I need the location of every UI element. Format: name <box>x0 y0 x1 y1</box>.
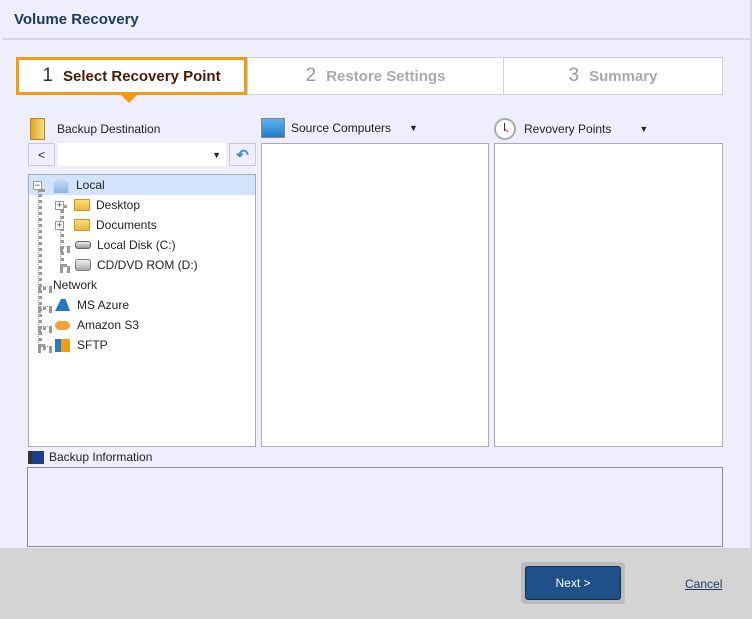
step-label: Restore Settings <box>326 67 446 85</box>
tree-item-desktop[interactable]: + Desktop <box>55 195 140 215</box>
computer-icon <box>261 118 285 138</box>
tree-item-amazon-s3[interactable]: Amazon S3 <box>55 315 139 335</box>
folder-icon <box>74 199 90 211</box>
tree-item-label: Documents <box>96 218 157 232</box>
collapse-icon[interactable]: − <box>33 180 42 190</box>
footer-bar <box>0 548 752 619</box>
tree-item-label: MS Azure <box>77 298 130 312</box>
step-label: Summary <box>589 67 658 85</box>
expand-icon[interactable]: + <box>55 220 64 230</box>
tree-item-sftp[interactable]: SFTP <box>55 335 108 355</box>
source-computers-list[interactable] <box>261 143 489 447</box>
tree-item-documents[interactable]: + Documents <box>55 215 157 235</box>
cd-drive-icon <box>75 259 91 271</box>
step-summary: 3 Summary <box>503 57 723 95</box>
step-restore-settings: 2 Restore Settings <box>247 57 504 95</box>
next-button-frame[interactable]: Next > <box>521 562 625 604</box>
step-label: Select Recovery Point <box>63 67 221 85</box>
cancel-link[interactable]: Cancel <box>685 577 722 591</box>
tree-item-local-disk[interactable]: Local Disk (C:) <box>75 235 176 255</box>
active-step-pointer <box>121 95 137 103</box>
backup-destination-header: Backup Destination <box>30 118 160 140</box>
tree-item-network[interactable]: Network <box>53 275 97 295</box>
folder-icon <box>74 219 90 231</box>
backup-information-header: Backup Information <box>28 450 152 464</box>
folder-icon <box>30 118 45 140</box>
aws-icon <box>55 320 70 330</box>
dropdown-arrow-icon[interactable]: ▼ <box>212 150 221 160</box>
window-title: Volume Recovery <box>14 11 139 28</box>
source-computers-header[interactable]: Source Computers ▼ <box>261 118 418 138</box>
backup-information-panel <box>27 467 723 547</box>
refresh-icon: ↶ <box>236 146 249 164</box>
refresh-button[interactable]: ↶ <box>229 143 256 166</box>
backup-information-label: Backup Information <box>49 450 153 464</box>
azure-icon <box>55 299 70 311</box>
tree-item-ms-azure[interactable]: MS Azure <box>55 295 129 315</box>
back-button[interactable]: < <box>28 143 55 166</box>
source-computers-label: Source Computers <box>291 121 392 135</box>
tree-item-label: Network <box>53 278 98 292</box>
expand-icon[interactable]: + <box>55 200 64 210</box>
tree-item-label: Desktop <box>96 198 141 212</box>
recovery-points-label: Revovery Points <box>524 122 612 136</box>
next-button[interactable]: Next > <box>525 566 621 600</box>
tree-item-label: Amazon S3 <box>77 318 140 332</box>
clock-icon <box>494 118 516 140</box>
back-label: < <box>37 147 45 162</box>
hard-disk-icon <box>75 241 91 249</box>
step-number: 1 <box>42 65 53 86</box>
path-combobox[interactable]: ▼ <box>58 143 226 166</box>
sftp-icon <box>55 338 70 352</box>
backup-destination-label: Backup Destination <box>57 122 161 136</box>
dropdown-arrow-icon[interactable]: ▼ <box>409 123 418 133</box>
info-monitor-icon <box>28 450 44 464</box>
tree-item-label: CD/DVD ROM (D:) <box>97 258 198 272</box>
destination-tree[interactable]: − Local + Desktop + Documents Local Disk (C… <box>28 174 256 447</box>
tree-item-local[interactable]: − Local <box>33 175 105 195</box>
tree-item-label: Local Disk (C:) <box>97 238 176 252</box>
step-number: 3 <box>568 65 580 86</box>
home-icon <box>52 177 70 193</box>
dropdown-arrow-icon[interactable]: ▼ <box>639 124 648 134</box>
tree-item-cd-drive[interactable]: CD/DVD ROM (D:) <box>75 255 198 275</box>
step-select-recovery-point: 1 Select Recovery Point <box>16 57 247 95</box>
title-divider <box>3 38 752 40</box>
recovery-points-list[interactable] <box>494 143 723 447</box>
step-number: 2 <box>305 65 317 86</box>
tree-item-label: Local <box>76 178 105 192</box>
recovery-points-header[interactable]: Revovery Points ▼ <box>494 118 648 140</box>
tree-item-label: SFTP <box>77 338 108 352</box>
